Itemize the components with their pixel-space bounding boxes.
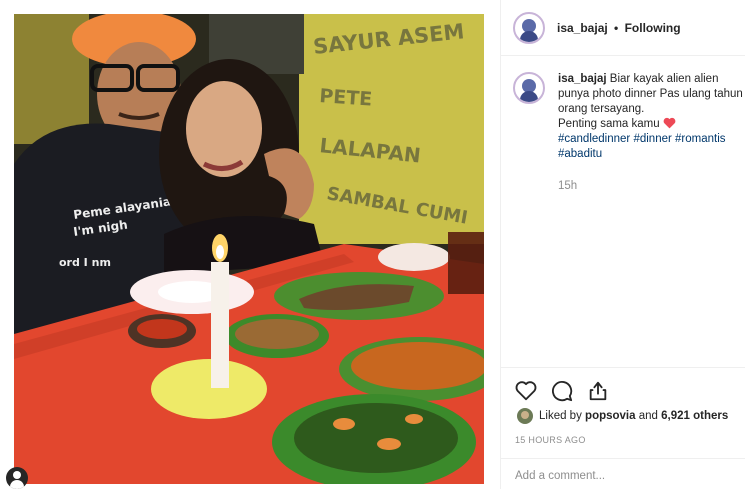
- share-icon[interactable]: [587, 380, 609, 402]
- header-separator: •: [614, 20, 619, 35]
- author-avatar[interactable]: [513, 11, 545, 44]
- comment-box: [501, 458, 745, 489]
- user-profile-icon[interactable]: [6, 467, 28, 489]
- post-actions: Liked by popsovia and 6,921 others 15 HO…: [501, 367, 745, 489]
- liker-avatar[interactable]: [517, 408, 533, 424]
- shirt-text-3: ord I nm: [59, 256, 111, 269]
- photo-illustration: SAYUR ASEM PETE LALAPAN SAMBAL CUMI Peme…: [14, 14, 484, 484]
- follow-status[interactable]: Following: [625, 21, 681, 35]
- comment-input[interactable]: [515, 470, 735, 482]
- action-icons: [515, 380, 609, 402]
- post-timestamp: 15 HOURS AGO: [515, 435, 586, 445]
- likes-summary: Liked by popsovia and 6,921 others: [517, 408, 728, 424]
- likes-middle: and: [638, 410, 658, 422]
- author-username[interactable]: isa_bajaj: [557, 21, 608, 35]
- caption-username[interactable]: isa_bajaj: [558, 73, 607, 85]
- caption-body: isa_bajaj Biar kayak alien alien punya p…: [558, 72, 745, 162]
- heart-icon[interactable]: [515, 380, 537, 402]
- caption-line-2: Penting sama kamu: [558, 118, 660, 130]
- post-caption: isa_bajaj Biar kayak alien alien punya p…: [513, 72, 745, 162]
- likes-prefix: Liked by: [539, 410, 582, 422]
- post-header: isa_bajaj • Following: [501, 0, 745, 56]
- post-photo[interactable]: SAYUR ASEM PETE LALAPAN SAMBAL CUMI Peme…: [14, 14, 484, 484]
- comment-icon[interactable]: [551, 380, 573, 402]
- heart-emoji-icon: [663, 117, 676, 129]
- liker-username[interactable]: popsovia: [585, 410, 635, 422]
- caption-timestamp: 15h: [558, 180, 578, 192]
- header-text: isa_bajaj • Following: [557, 21, 681, 35]
- caption-avatar[interactable]: [513, 72, 545, 104]
- sign-text-2: PETE: [319, 85, 373, 111]
- likes-count[interactable]: 6,921 others: [661, 410, 728, 422]
- post-sidebar: isa_bajaj • Following isa_bajaj Biar kay…: [500, 0, 745, 489]
- caption-hashtags[interactable]: #candledinner #dinner #romantis #abaditu: [558, 133, 726, 160]
